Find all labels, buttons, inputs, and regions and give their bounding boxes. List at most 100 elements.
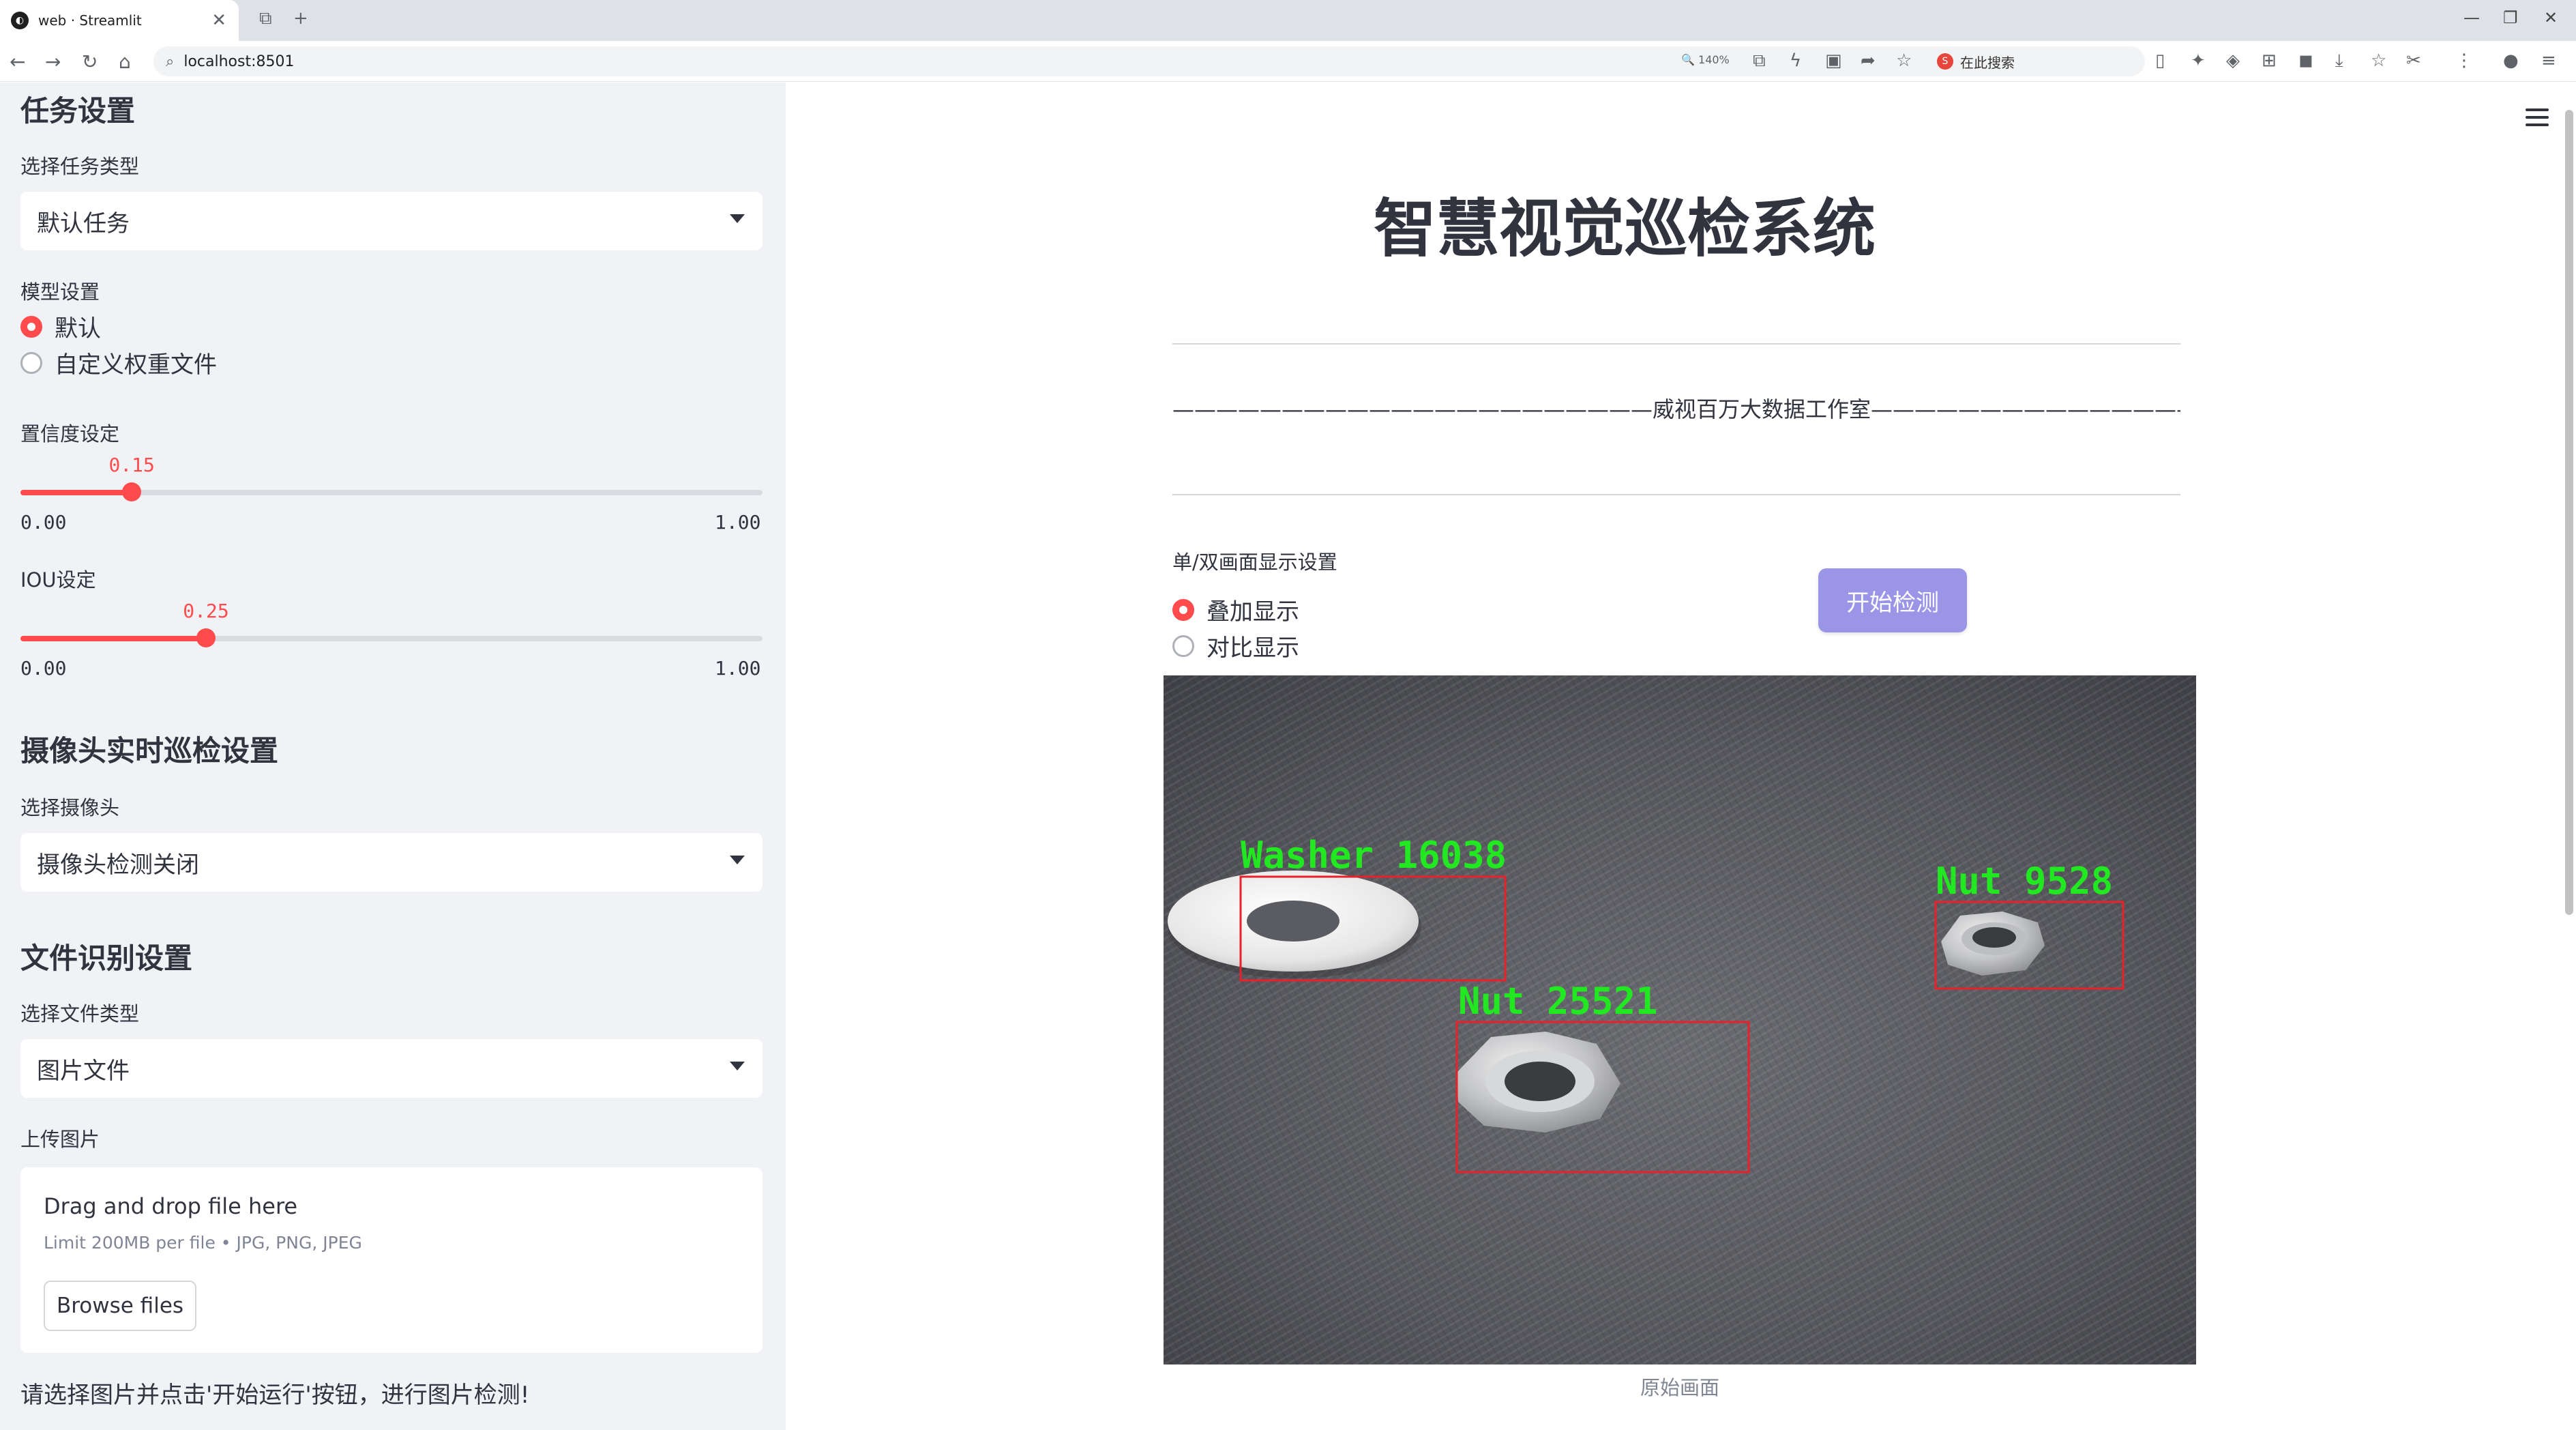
task-type-select[interactable]: 默认任务 [20,192,763,250]
zoom-level[interactable]: 🔍 140% [1681,53,1730,66]
task-section-heading: 任务设置 [20,94,136,128]
model-option-label: 默认 [55,315,101,342]
browser-toolbar: ← → ↻ ⌂ ⌕ localhost:8501 🔍 140% ⧉ ϟ ▣ ➦ … [0,41,2576,82]
forward-icon[interactable]: → [45,50,61,73]
file-type-label: 选择文件类型 [20,1002,140,1025]
browser-tab[interactable]: ◐ web · Streamlit ✕ [0,0,239,41]
tab-title: web · Streamlit [38,12,142,29]
divider-bottom [1172,494,2180,495]
lightning-icon[interactable]: ϟ [1790,50,1801,71]
share-icon[interactable]: ➦ [1861,50,1876,71]
radio-selected-icon[interactable] [20,315,42,338]
search-placeholder: 在此搜索 [1960,54,2015,71]
reload-icon[interactable]: ↻ [82,50,98,73]
conf-slider-fill [20,490,132,495]
iou-slider-thumb[interactable] [196,628,216,647]
detection-result-image: Washer 16038 Nut 9528 Nut 25521 [1164,675,2196,1365]
file-dropzone[interactable]: Drag and drop file here Limit 200MB per … [20,1167,763,1353]
detection-label-washer: Washer 16038 [1241,834,1507,877]
dropzone-limit: Limit 200MB per file • JPG, PNG, JPEG [44,1233,362,1253]
upload-hint: 请选择图片并点击'开始运行'按钮，进行图片检测! [20,1382,530,1409]
search-icon: ⌕ [166,53,175,70]
restore-icon[interactable]: ❐ [2503,8,2518,27]
camera-select[interactable]: 摄像头检测关闭 [20,833,763,892]
favorites-icon[interactable]: ☆ [2371,50,2386,71]
hamburger-menu-icon[interactable] [2526,108,2549,131]
main-content: 智慧视觉巡检系统 ——————————————————————威视百万大数据工作… [786,83,2576,1430]
streamlit-logo-icon: ◐ [11,12,29,29]
file-type-value: 图片文件 [37,1057,130,1085]
conf-min: 0.00 [20,511,67,534]
chevron-down-icon [730,214,745,223]
file-type-select[interactable]: 图片文件 [20,1039,763,1098]
extension-dark-icon[interactable]: ◼ [2298,50,2313,71]
iou-slider-fill [20,636,206,641]
chevron-down-icon [730,1062,745,1070]
conf-slider[interactable] [20,482,763,501]
iou-slider[interactable] [20,628,763,647]
bookmark-star-icon[interactable]: ☆ [1896,50,1912,71]
detection-label-nut-large: Nut 25521 [1458,980,1658,1023]
display-option-label: 对比显示 [1206,634,1299,662]
iou-label: IOU设定 [20,568,96,592]
radio-unselected-icon[interactable] [1172,634,1194,657]
scrollbar[interactable] [2565,110,2573,915]
home-icon[interactable]: ⌂ [119,50,131,73]
image-caption: 原始画面 [1640,1376,1719,1399]
phone-icon[interactable]: ▯ [2155,50,2165,71]
iou-max: 1.00 [715,657,761,680]
menu-dots-icon[interactable]: ⋮ [2455,50,2473,71]
translate-icon[interactable]: ⧉ [1753,50,1766,72]
conf-slider-thumb[interactable] [122,482,142,501]
detection-label-nut-small: Nut 9528 [1936,860,2113,903]
camera-value: 摄像头检测关闭 [37,851,199,879]
search-engine-box[interactable]: S 在此搜索 [1937,48,2142,75]
back-icon[interactable]: ← [10,50,25,73]
upload-label: 上传图片 [20,1128,100,1151]
sidebar: 任务设置 选择任务类型 默认任务 模型设置 默认 自定义权重文件 置信度设定 0… [0,83,786,1430]
model-option-custom[interactable]: 自定义权重文件 [20,346,217,379]
tab-group-icon[interactable]: ⧉ [259,8,272,29]
browser-tab-bar: ◐ web · Streamlit ✕ ⧉ + — ❐ ✕ [0,0,2576,41]
model-label: 模型设置 [20,280,100,304]
camera-section-heading: 摄像头实时巡检设置 [20,734,279,768]
iou-slider-value: 0.25 [183,600,229,622]
display-option-compare[interactable]: 对比显示 [1172,629,1299,662]
profile-avatar-icon[interactable]: ● [2503,50,2519,71]
extension-color-icon[interactable]: ✦ [2191,50,2206,71]
model-option-label: 自定义权重文件 [55,351,217,379]
model-option-default[interactable]: 默认 [20,310,101,343]
minimize-icon[interactable]: — [2463,8,2480,27]
start-detection-button[interactable]: 开始检测 [1818,568,1967,632]
url-text: localhost:8501 [183,53,295,70]
browser-menu-icon[interactable]: ≡ [2541,50,2556,71]
conf-label: 置信度设定 [20,422,120,446]
studio-subtitle: ——————————————————————威视百万大数据工作室————————… [1172,396,2180,422]
chevron-down-icon [730,856,745,864]
display-mode-label: 单/双画面显示设置 [1172,551,1337,574]
extension-grid-icon[interactable]: ⊞ [2262,50,2277,71]
divider-top [1172,343,2180,345]
screenshot-icon[interactable]: ✂ [2406,50,2421,71]
new-tab-icon[interactable]: + [293,8,308,29]
search-engine-logo-icon: S [1937,53,1953,70]
extension-blue-icon[interactable]: ◈ [2226,50,2240,71]
conf-max: 1.00 [715,511,761,534]
task-type-value: 默认任务 [37,209,130,237]
conf-slider-value: 0.15 [108,454,155,476]
download-icon[interactable]: ⤓ [2335,50,2343,72]
washer-object [1168,871,1421,978]
browse-files-button[interactable]: Browse files [44,1281,196,1331]
file-section-heading: 文件识别设置 [20,942,193,975]
close-window-icon[interactable]: ✕ [2544,8,2558,27]
task-type-label: 选择任务类型 [20,155,140,178]
page-title: 智慧视觉巡检系统 [1373,192,1876,265]
display-option-overlay[interactable]: 叠加显示 [1172,593,1299,626]
address-bar[interactable]: ⌕ localhost:8501 [153,46,2145,76]
radio-selected-icon[interactable] [1172,598,1194,621]
tab-close-icon[interactable]: ✕ [211,10,226,31]
dropzone-title: Drag and drop file here [44,1193,298,1219]
camera-label: 选择摄像头 [20,796,120,819]
radio-unselected-icon[interactable] [20,351,42,374]
extension-icon[interactable]: ▣ [1825,50,1842,71]
